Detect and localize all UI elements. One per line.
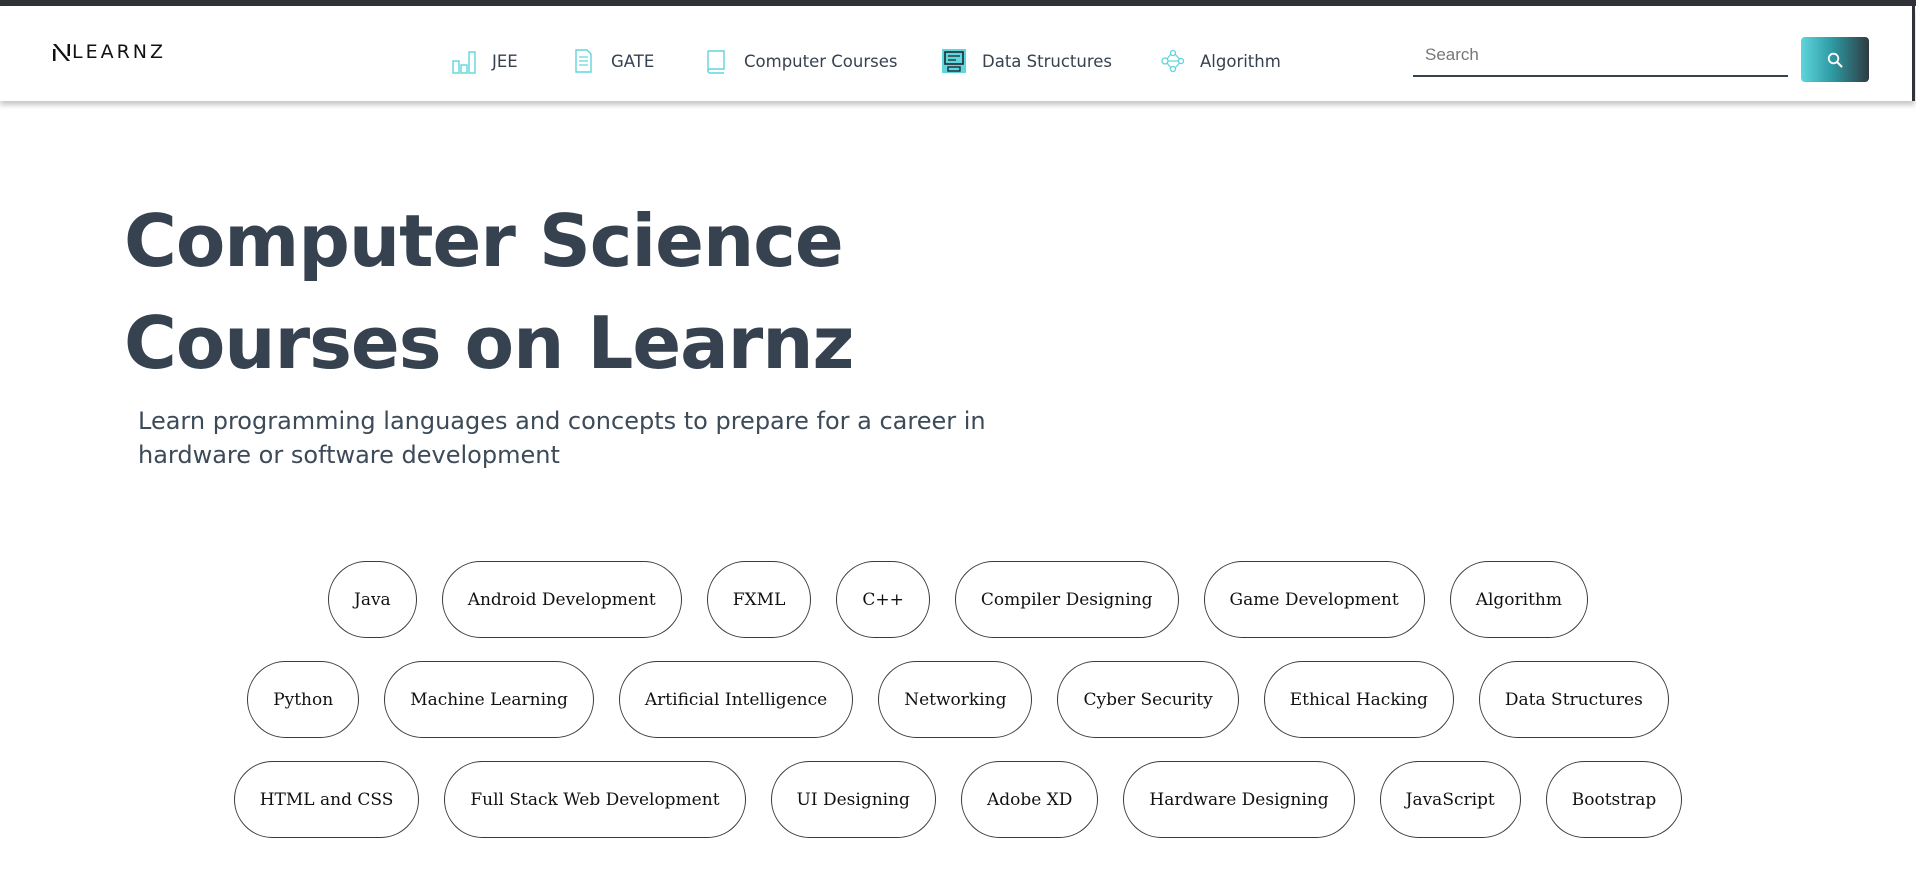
course-chip-ethical-hacking[interactable]: Ethical Hacking — [1263, 661, 1454, 738]
nav-label: Algorithm — [1200, 51, 1281, 71]
course-chip-cyber-security[interactable]: Cyber Security — [1057, 661, 1239, 738]
course-row-3: HTML and CSS Full Stack Web Development … — [0, 761, 1916, 838]
search-button[interactable] — [1801, 37, 1869, 82]
nav-item-algorithm[interactable]: Algorithm — [1159, 48, 1281, 74]
nav-label: Data Structures — [982, 51, 1112, 71]
page-subtitle: Learn programming languages and concepts… — [138, 407, 986, 469]
course-chip-fxml[interactable]: FXML — [706, 561, 812, 638]
brand-logo[interactable]: LEARNZ — [53, 42, 166, 62]
search-icon — [1827, 52, 1843, 67]
course-chip-compiler-designing[interactable]: Compiler Designing — [954, 561, 1179, 638]
course-row-2: Python Machine Learning Artificial Intel… — [0, 661, 1916, 738]
search-input[interactable] — [1413, 39, 1788, 77]
network-graph-icon — [1161, 49, 1185, 73]
book-icon — [707, 50, 725, 74]
course-chip-adobe-xd[interactable]: Adobe XD — [960, 761, 1099, 838]
course-chip-android-development[interactable]: Android Development — [441, 561, 682, 638]
nav-item-gate[interactable]: GATE — [570, 48, 654, 74]
course-chip-networking[interactable]: Networking — [878, 661, 1033, 738]
nav-label: GATE — [611, 51, 655, 71]
bar-chart-icon — [452, 51, 476, 74]
nav-item-jee[interactable]: JEE — [451, 48, 518, 74]
navbar: LEARNZ JEE GATE Computer Courses Data St… — [0, 6, 1915, 101]
course-chip-game-development[interactable]: Game Development — [1203, 561, 1425, 638]
nav-label: JEE — [492, 51, 518, 71]
course-chip-python[interactable]: Python — [247, 661, 360, 738]
brand-name: LEARNZ — [72, 41, 167, 63]
nav-item-data-structures[interactable]: Data Structures — [941, 48, 1112, 74]
course-chip-machine-learning[interactable]: Machine Learning — [384, 661, 594, 738]
course-chip-data-structures[interactable]: Data Structures — [1478, 661, 1669, 738]
nav-label: Computer Courses — [744, 51, 898, 71]
course-chip-full-stack-web-development[interactable]: Full Stack Web Development — [444, 761, 746, 838]
course-row-1: Java Android Development FXML C++ Compil… — [0, 561, 1916, 638]
page-title: Computer Science Courses on Learnz — [124, 199, 854, 385]
course-chip-artificial-intelligence[interactable]: Artificial Intelligence — [618, 661, 854, 738]
course-chip-bootstrap[interactable]: Bootstrap — [1545, 761, 1683, 838]
course-chip-html-and-css[interactable]: HTML and CSS — [233, 761, 420, 838]
course-chip-java[interactable]: Java — [328, 561, 417, 638]
course-chip-hardware-designing[interactable]: Hardware Designing — [1123, 761, 1355, 838]
document-icon — [575, 49, 592, 73]
computer-screen-icon — [942, 49, 966, 73]
nav-item-computer-courses[interactable]: Computer Courses — [703, 48, 897, 74]
learnz-logo-icon — [53, 43, 70, 61]
course-chip-ui-designing[interactable]: UI Designing — [770, 761, 936, 838]
course-chip-algorithm[interactable]: Algorithm — [1449, 561, 1588, 638]
course-chip-javascript[interactable]: JavaScript — [1379, 761, 1521, 838]
course-chip-cpp[interactable]: C++ — [836, 561, 930, 638]
